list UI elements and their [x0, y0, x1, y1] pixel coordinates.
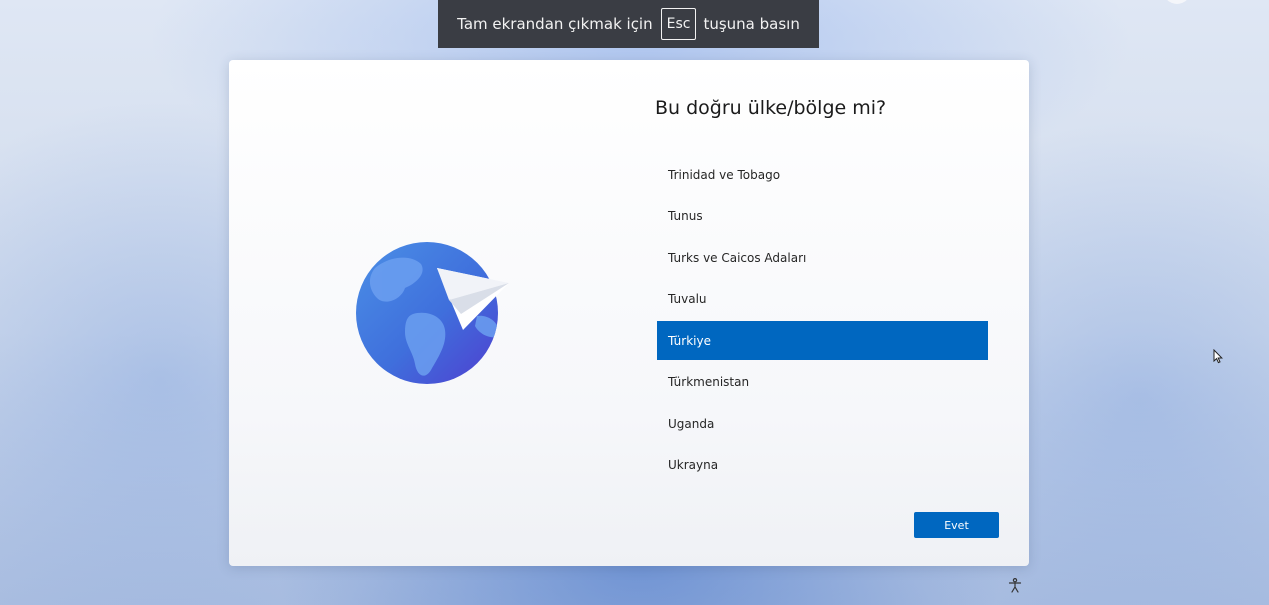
country-item-turkmenistan[interactable]: Türkmenistan [657, 363, 988, 402]
country-list[interactable]: Trinidad ve Tobago Tunus Turks ve Caicos… [657, 155, 988, 487]
globe-paper-plane-icon [355, 240, 515, 390]
page-title: Bu doğru ülke/bölge mi? [655, 97, 887, 119]
fullscreen-exit-notice: Tam ekrandan çıkmak için Esc tuşuna bası… [438, 0, 819, 48]
accessibility-icon[interactable] [1008, 578, 1022, 593]
country-item-trinidad-ve-tobago[interactable]: Trinidad ve Tobago [657, 155, 988, 194]
yes-button[interactable]: Evet [914, 512, 999, 538]
country-item-tuvalu[interactable]: Tuvalu [657, 280, 988, 319]
fullscreen-notice-text-before: Tam ekrandan çıkmak için [457, 15, 653, 33]
setup-dialog: Bu doğru ülke/bölge mi? Trinidad ve Toba… [229, 60, 1029, 566]
country-item-uganda[interactable]: Uganda [657, 404, 988, 443]
fullscreen-notice-text-after: tuşuna basın [703, 15, 800, 33]
account-avatar [1163, 0, 1191, 4]
esc-key-badge: Esc [660, 8, 697, 40]
mouse-cursor-icon [1213, 348, 1223, 364]
country-item-tunus[interactable]: Tunus [657, 197, 988, 236]
country-item-turks-ve-caicos-adalari[interactable]: Turks ve Caicos Adaları [657, 238, 988, 277]
country-item-ukrayna[interactable]: Ukrayna [657, 446, 988, 485]
country-item-turkiye[interactable]: Türkiye [657, 321, 988, 360]
